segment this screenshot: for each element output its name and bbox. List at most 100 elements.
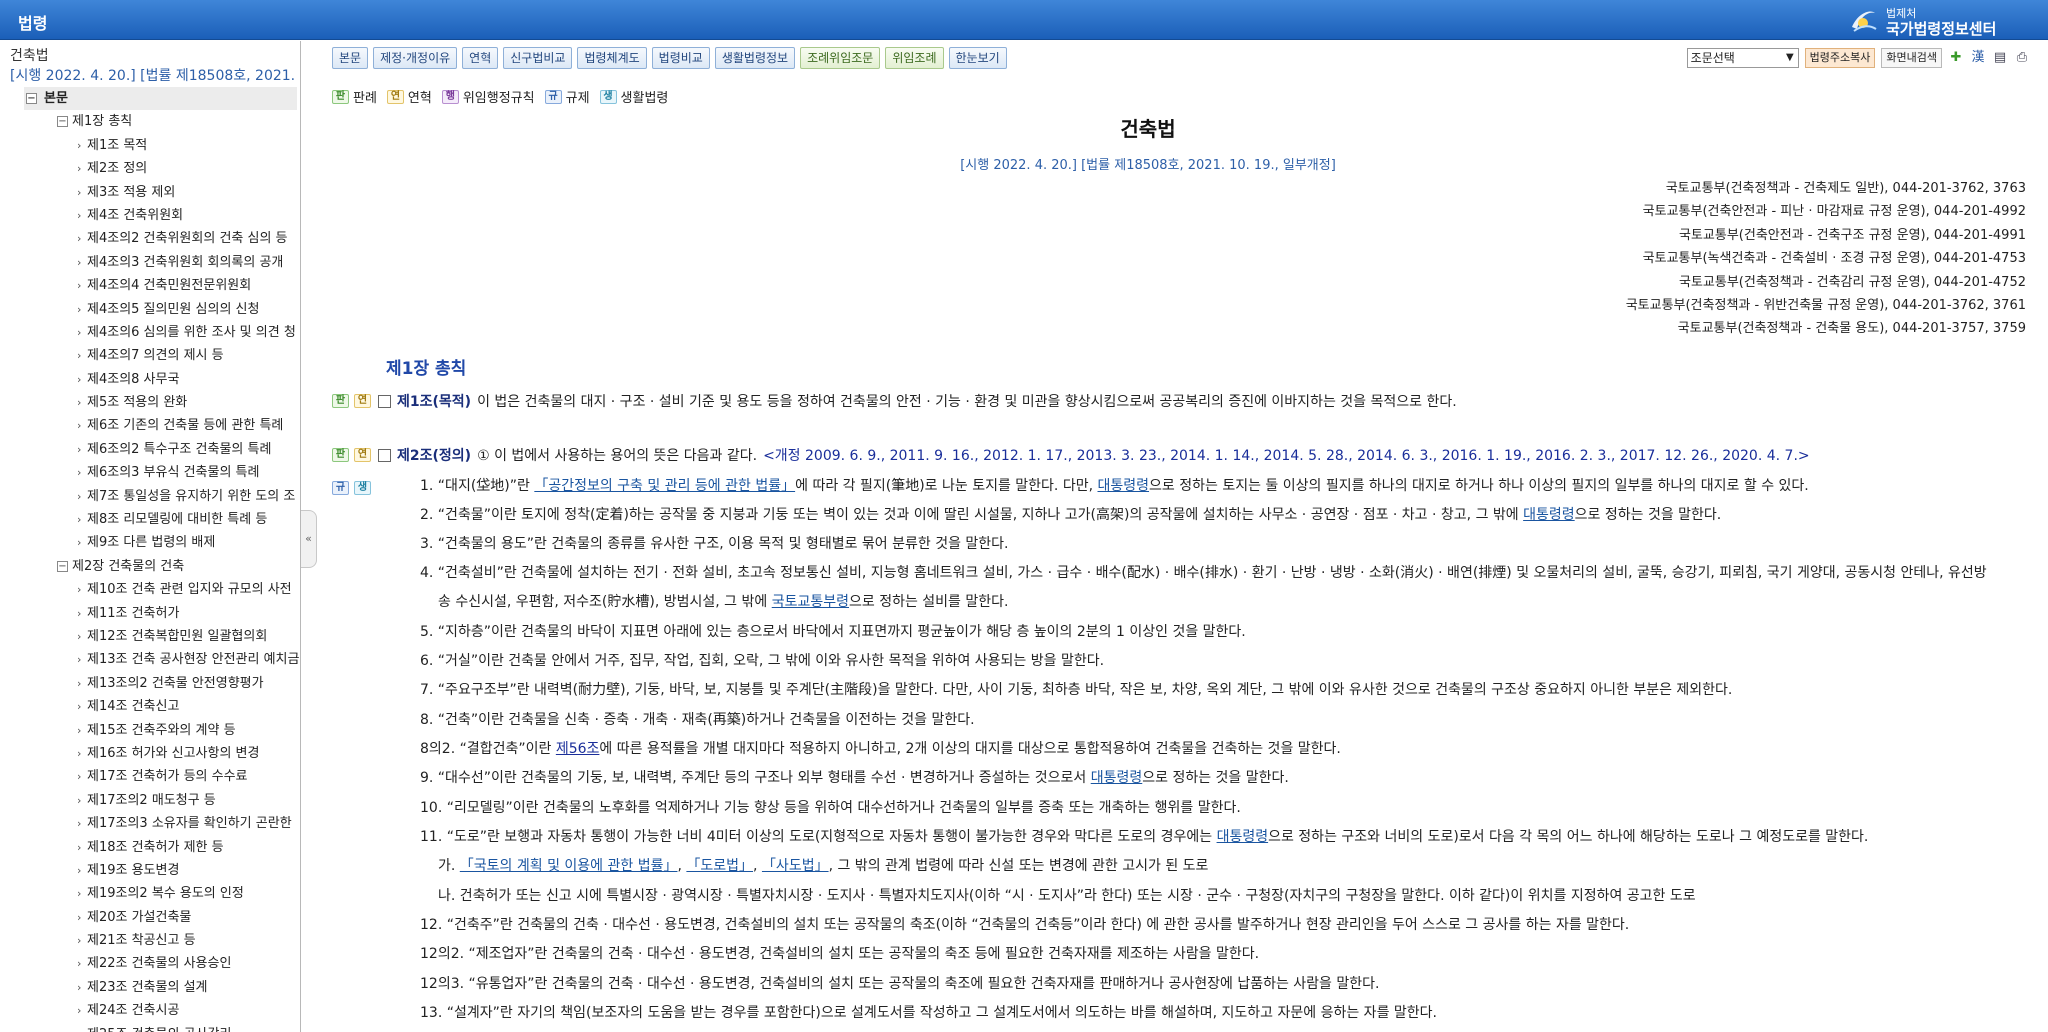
chevron-right-icon: › (77, 770, 82, 784)
hanja-icon[interactable]: 漢 (1970, 50, 1986, 66)
definition-item: 13. “설계자”란 자기의 책임(보조자의 도움을 받는 경우를 포함한다)으… (420, 1005, 1437, 1021)
add-favorite-icon[interactable]: ✚ (1948, 50, 1964, 66)
definition-item: 5. “지하층”이란 건축물의 바닥이 지표면 아래에 있는 층으로서 바닥에서… (420, 624, 1246, 640)
toolbar-button[interactable]: 위임조례 (885, 47, 944, 69)
chevron-right-icon: › (77, 887, 82, 901)
sidebar-collapse-button[interactable]: « (301, 510, 317, 568)
law-link[interactable]: 대통령령 (1098, 478, 1150, 494)
toc-article-node[interactable]: › 제4조의4 건축민원전문위원회 (0, 274, 300, 297)
toc-article-node[interactable]: › 제22조 건축물의 사용승인 (0, 952, 300, 975)
article-title: 제2조(정의) (397, 448, 472, 464)
toolbar-button[interactable]: 신구법비교 (503, 47, 573, 69)
toolbar-button[interactable]: 제정·개정이유 (373, 47, 458, 69)
article-checkbox[interactable] (378, 448, 391, 462)
article-select[interactable]: 조문선택 ▼ (1686, 48, 1799, 68)
toc-article-node[interactable]: › 제4조의5 질의민원 심의의 신청 (0, 298, 300, 321)
regulation-badge[interactable]: 규 (332, 481, 349, 495)
toc-article-node[interactable]: › 제17조의2 매도청구 등 (0, 789, 300, 812)
save-icon[interactable]: ▤ (1992, 50, 2008, 66)
toc-article-node[interactable]: › 제6조의2 특수구조 건축물의 특례 (0, 438, 300, 461)
print-icon[interactable]: ⎙ (2014, 50, 2030, 66)
toc-article-node[interactable]: › 제10조 건축 관련 입지와 규모의 사전 (0, 578, 300, 601)
toc-article-node[interactable]: › 제20조 가설건축물 (0, 906, 300, 929)
toc-article-node[interactable]: › 제13조의2 건축물 안전영향평가 (0, 672, 300, 695)
toolbar-button[interactable]: 연혁 (462, 47, 499, 69)
toc-article-node[interactable]: › 제7조 통일성을 유지하기 위한 도의 조 (0, 485, 300, 508)
definition-item: 1. “대지(垈地)”란 「공간정보의 구축 및 관리 등에 관한 법률」에 따… (420, 478, 1809, 494)
toc-article-node[interactable]: › 제1조 목적 (0, 134, 300, 157)
toc-article-node[interactable]: › 제11조 건축허가 (0, 602, 300, 625)
article-link[interactable]: 제56조 (556, 741, 600, 757)
toc-label: 제2조 정의 (87, 161, 148, 177)
toc-article-node[interactable]: › 제5조 적용의 완화 (0, 391, 300, 414)
toc-article-node[interactable]: › 제25조 건축물의 공사감리 (0, 1023, 300, 1032)
article-checkbox[interactable] (378, 394, 391, 408)
toolbar-button[interactable]: 한눈보기 (948, 47, 1007, 69)
toc-article-node[interactable]: › 제4조의3 건축위원회 회의록의 공개 (0, 251, 300, 274)
toc-article-node[interactable]: › 제21조 착공신고 등 (0, 929, 300, 952)
toolbar-button[interactable]: 법령비교 (651, 47, 710, 69)
law-link[interactable]: 「도로법」 (686, 858, 753, 874)
toc-article-node[interactable]: › 제6조 기존의 건축물 등에 관한 특례 (0, 414, 300, 437)
collapse-toggle-icon[interactable]: − (26, 93, 37, 104)
toc-article-node[interactable]: › 제18조 건축허가 제한 등 (0, 836, 300, 859)
toc-article-node[interactable]: › 제24조 건축시공 (0, 999, 300, 1022)
toc-article-node[interactable]: › 제9조 다른 법령의 배제 (0, 531, 300, 554)
legend-label: 위임행정규칙 (462, 91, 535, 106)
toolbar-button[interactable]: 본문 (332, 47, 369, 69)
definition-item: 8. “건축”이란 건축물을 신축 · 증축 · 개축 · 재축(再築)하거나 … (420, 712, 975, 728)
toc-chapter-node[interactable]: − 제1장 총칙 (0, 110, 300, 133)
toc-article-node[interactable]: › 제3조 적용 제외 (0, 181, 300, 204)
law-link[interactable]: 「공간정보의 구축 및 관리 등에 관한 법률」 (534, 478, 795, 494)
precedent-badge[interactable]: 판 (332, 448, 349, 462)
toc-article-node[interactable]: › 제15조 건축주와의 계약 등 (0, 719, 300, 742)
toc-article-node[interactable]: › 제4조의8 사무국 (0, 368, 300, 391)
toolbar-button[interactable]: 조례위임조문 (800, 47, 881, 69)
toolbar-button[interactable]: 생활법령정보 (714, 47, 796, 69)
precedent-badge[interactable]: 판 (332, 394, 349, 408)
toc-article-node[interactable]: › 제17조의3 소유자를 확인하기 곤란한 (0, 812, 300, 835)
law-link[interactable]: 대통령령 (1523, 507, 1575, 523)
toc-article-node[interactable]: › 제13조 건축 공사현장 안전관리 예치금 (0, 648, 300, 671)
history-badge[interactable]: 연 (354, 448, 371, 462)
living-law-badge[interactable]: 생 (354, 481, 371, 495)
toc-article-node[interactable]: › 제2조 정의 (0, 157, 300, 180)
law-link[interactable]: 「국토의 계획 및 이용에 관한 법률」 (460, 858, 678, 874)
toc-article-node[interactable]: › 제19조 용도변경 (0, 859, 300, 882)
copy-address-button[interactable]: 법령주소복사 (1804, 48, 1876, 68)
legend-badge-icon: 행 (441, 89, 459, 104)
toc-article-node[interactable]: › 제16조 허가와 신고사항의 변경 (0, 742, 300, 765)
toc-root-node[interactable]: − 본문 (24, 87, 297, 111)
chevron-right-icon: › (77, 910, 82, 924)
toc-article-node[interactable]: › 제4조의7 의견의 제시 등 (0, 344, 300, 367)
law-link[interactable]: 대통령령 (1217, 829, 1269, 845)
law-link[interactable]: 국토교통부령 (772, 594, 849, 610)
toc-article-node[interactable]: › 제17조 건축허가 등의 수수료 (0, 765, 300, 788)
toc-article-node[interactable]: › 제4조의6 심의를 위한 조사 및 의견 청 (0, 321, 300, 344)
sidebar-law-name: 건축법 (10, 48, 49, 64)
toc-article-node[interactable]: › 제14조 건축신고 (0, 695, 300, 718)
toc-article-node[interactable]: › 제4조의2 건축위원회의 건축 심의 등 (0, 227, 300, 250)
toc-article-node[interactable]: › 제6조의3 부유식 건축물의 특례 (0, 461, 300, 484)
toc-label: 제22조 건축물의 사용승인 (87, 956, 232, 972)
site-logo[interactable]: 법제처 국가법령정보센터 (1848, 3, 2028, 39)
toolbar-button[interactable]: 법령체계도 (577, 47, 647, 69)
legend-item: 규 규제 (544, 87, 590, 106)
history-badge[interactable]: 연 (354, 394, 371, 408)
law-link[interactable]: 대통령령 (1091, 770, 1143, 786)
toc-article-node[interactable]: › 제19조의2 복수 용도의 인정 (0, 882, 300, 905)
toc-label: 제14조 건축신고 (87, 699, 180, 715)
screen-search-button[interactable]: 화면내검색 (1881, 48, 1942, 68)
legend-badge-icon: 생 (599, 89, 617, 104)
chevron-right-icon: › (77, 1004, 82, 1018)
collapse-toggle-icon[interactable]: − (57, 116, 68, 128)
toc-article-node[interactable]: › 제8조 리모델링에 대비한 특례 등 (0, 508, 300, 531)
toc-article-node[interactable]: › 제23조 건축물의 설계 (0, 976, 300, 999)
collapse-toggle-icon[interactable]: − (57, 560, 68, 572)
toc-label: 제4조의7 의견의 제시 등 (87, 348, 224, 364)
toc-article-node[interactable]: › 제12조 건축복합민원 일괄협의회 (0, 625, 300, 648)
law-link[interactable]: 「사도법」 (762, 858, 829, 874)
toc-article-node[interactable]: › 제4조 건축위원회 (0, 204, 300, 227)
toc-chapter-node[interactable]: − 제2장 건축물의 건축 (0, 555, 300, 578)
chevron-right-icon: › (77, 653, 82, 667)
